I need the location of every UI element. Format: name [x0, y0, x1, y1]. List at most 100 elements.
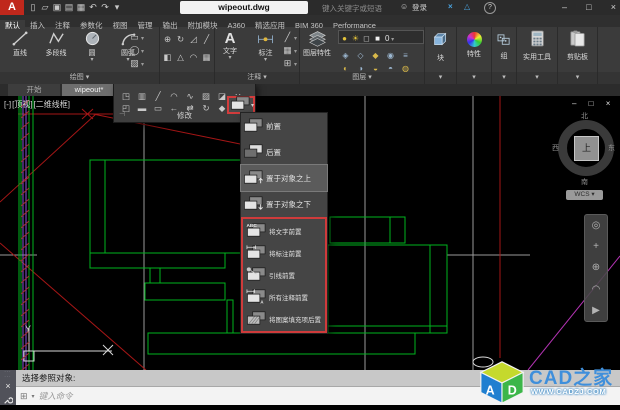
layer-on-icon[interactable]: ●	[339, 33, 350, 44]
text-tool-dropdown-icon[interactable]: ▾	[215, 55, 245, 61]
mirror-icon[interactable]: △	[174, 51, 187, 64]
drawing-window-controls[interactable]: – □ ×	[572, 99, 615, 108]
menu-item-bring-dimensions-to-front[interactable]: 将标注前置	[244, 242, 324, 264]
hatch-tool-icon[interactable]: ▨	[128, 57, 141, 70]
circle-tool[interactable]: 圆 ▾	[74, 27, 110, 63]
drawing-rect[interactable]	[226, 299, 234, 334]
drawing-rect[interactable]	[149, 267, 161, 284]
tab-default[interactable]: 默认	[0, 20, 25, 32]
circle-tool-dropdown-icon[interactable]: ▾	[74, 57, 110, 63]
layer-dropdown-icon[interactable]: ▾	[389, 37, 394, 43]
rotate-icon[interactable]: ↻	[174, 33, 187, 46]
tab-addins[interactable]: 附加模块	[183, 20, 223, 32]
viewcube-south-label[interactable]: 南	[581, 177, 588, 187]
tab-bim360[interactable]: BIM 360	[290, 20, 328, 32]
trim-icon[interactable]: ◿	[187, 33, 200, 46]
panel-expand-utilities-icon[interactable]: ▾	[517, 72, 558, 84]
panel-label-draw[interactable]: 绘图 ▾	[0, 72, 160, 84]
open-file-icon[interactable]: ▱	[39, 1, 51, 14]
app-logo[interactable]: A	[0, 0, 24, 15]
menu-item-all-annotations-to-front[interactable]: A 所有注释前置	[244, 286, 324, 308]
text-style-dropdown-icon[interactable]: ▾	[294, 62, 297, 68]
text-tool[interactable]: A 文字 ▾	[215, 27, 245, 61]
layer-lock-icon[interactable]: ◻	[361, 33, 372, 44]
menu-item-send-hatches-to-back[interactable]: 将图案填充项后置	[244, 308, 324, 330]
viewport-view-control[interactable]: [顶视]	[12, 100, 32, 109]
copy-icon[interactable]: ◧	[161, 51, 174, 64]
array-icon[interactable]: ▦	[200, 51, 213, 64]
viewcube-north-label[interactable]: 北	[581, 111, 588, 121]
tab-manage[interactable]: 管理	[133, 20, 158, 32]
save-file-icon[interactable]: ▣	[51, 1, 63, 14]
menu-item-send-under-objects[interactable]: 置于对象之下	[241, 191, 327, 217]
dimension-tool-dropdown-icon[interactable]: ▾	[249, 57, 281, 63]
file-tab-start[interactable]: 开始	[8, 84, 60, 96]
drawing-rect[interactable]	[327, 244, 448, 334]
showmotion-icon[interactable]: ▶	[592, 305, 600, 316]
menu-item-send-to-back[interactable]: 后置	[241, 139, 327, 165]
file-tab-wipeout[interactable]: wipeout*	[62, 84, 116, 96]
panel-label-modify[interactable]	[160, 72, 215, 84]
menu-item-leaders-to-front[interactable]: 引线前置	[244, 264, 324, 286]
layer-color-swatch[interactable]: ■	[372, 33, 383, 44]
minimize-button[interactable]: –	[562, 0, 567, 15]
wcs-dropdown[interactable]: WCS ▾	[566, 190, 603, 200]
command-customize-icon[interactable]	[0, 392, 16, 410]
command-input-dropdown-icon[interactable]: ▾	[32, 393, 35, 400]
panel-utilities[interactable]: 实用工具	[517, 27, 558, 72]
tab-insert[interactable]: 插入	[25, 20, 50, 32]
zoom-icon[interactable]: ⊕	[592, 262, 600, 273]
panel-expand-properties-icon[interactable]: ▾	[457, 72, 492, 84]
viewcube-west-label[interactable]: 西	[552, 143, 559, 153]
panel-expand-group-icon[interactable]: ▾	[492, 72, 517, 84]
panel-label-annotate[interactable]: 注释 ▾	[215, 72, 300, 84]
new-file-icon[interactable]: ▯	[27, 1, 39, 14]
orbit-icon[interactable]: ◠	[592, 284, 601, 295]
tab-a360[interactable]: A360	[223, 20, 251, 32]
drawing-rect[interactable]	[329, 216, 406, 244]
drawing-line[interactable]	[0, 113, 97, 203]
panel-expand-clipboard-icon[interactable]: ▾	[558, 72, 598, 84]
tab-view[interactable]: 视图	[108, 20, 133, 32]
navigation-wheel-icon[interactable]: ◎	[592, 220, 601, 231]
fillet-icon[interactable]: ◠	[187, 51, 200, 64]
drawing-rect[interactable]	[147, 332, 416, 355]
command-grip-handle[interactable]: ∙∙∙ ∙∙∙	[0, 370, 16, 380]
layer-freeze-icon[interactable]: ☀	[350, 33, 361, 44]
undo-icon[interactable]: ↶	[87, 1, 99, 14]
tab-annotate[interactable]: 注释	[50, 20, 75, 32]
draw-order-flyout-arrow-icon[interactable]: ▾	[251, 102, 254, 109]
move-icon[interactable]: ⊕	[161, 33, 174, 46]
tab-output[interactable]: 输出	[158, 20, 183, 32]
pan-icon[interactable]: +	[593, 241, 599, 252]
erase-icon[interactable]: ╱	[200, 33, 213, 46]
command-close-icon[interactable]: ×	[0, 380, 16, 392]
panel-group[interactable]: 组	[492, 27, 517, 72]
tab-parametric[interactable]: 参数化	[75, 20, 108, 32]
tab-featured-apps[interactable]: 精选应用	[250, 20, 290, 32]
viewport-visual-style-control[interactable]: [二维线框]	[34, 100, 70, 109]
print-icon[interactable]: ▦	[75, 1, 87, 14]
drawing-rect[interactable]	[89, 252, 226, 269]
panel-clipboard[interactable]: 剪贴板	[558, 27, 598, 72]
viewport-menu-control[interactable]: [-]	[4, 100, 11, 109]
layer-state-row[interactable]: ● ☀ ◻ ■ 0 ▾	[338, 30, 424, 44]
help-icon[interactable]: ?	[484, 2, 496, 14]
close-button[interactable]: ×	[611, 0, 616, 15]
a360-icon[interactable]: △	[464, 2, 470, 11]
sign-in-button[interactable]: 登录	[412, 2, 427, 13]
drawing-rect[interactable]	[144, 282, 226, 301]
panel-label-layers[interactable]: 图层 ▾	[300, 72, 425, 84]
redo-icon[interactable]: ↷	[99, 1, 111, 14]
text-style-icon[interactable]: ⊞	[281, 57, 294, 70]
document-title[interactable]: wipeout.dwg	[180, 1, 308, 14]
menu-item-bring-text-to-front[interactable]: ABC 将文字前置	[244, 220, 324, 242]
user-icon[interactable]: ☺	[400, 2, 408, 11]
menu-item-bring-above-objects[interactable]: 置于对象之上	[240, 164, 328, 192]
qat-dropdown-icon[interactable]: ▾	[111, 1, 123, 14]
exchange-apps-icon[interactable]: ×	[448, 2, 453, 11]
tab-performance[interactable]: Performance	[328, 20, 381, 32]
viewcube-east-label[interactable]: 东	[608, 143, 615, 153]
panel-block[interactable]: 块	[425, 27, 457, 72]
hatch-tool-dropdown-icon[interactable]: ▾	[141, 62, 144, 68]
